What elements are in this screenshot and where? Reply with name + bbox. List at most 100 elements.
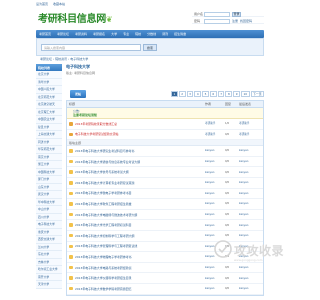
nav-item[interactable]: 招生简章 <box>174 32 186 36</box>
nav-item[interactable]: 调剂 <box>162 32 168 36</box>
table-row[interactable]: 2013年电子科技大学信号与系统考试大纲 kaoyan 0/0 kaoyan <box>67 167 263 178</box>
thread-author[interactable]: kaoyan <box>205 234 225 237</box>
sidebar-item[interactable]: 北京大学 <box>36 71 62 79</box>
thread-title[interactable]: 2013年电子科技大学电磁场与微波技术考研大纲 <box>75 213 205 217</box>
sidebar-item[interactable]: 中山大学 <box>36 206 62 214</box>
page-link[interactable]: 2 <box>178 91 186 97</box>
sidebar-item[interactable]: 北京师范大学 <box>36 93 62 101</box>
forgot-password-link[interactable]: 找回密码 <box>240 19 252 23</box>
thread-title[interactable]: 2013年考研院校录取分数线汇总 <box>75 122 205 126</box>
sidebar-item[interactable]: 兰州大学 <box>36 243 62 251</box>
page-link[interactable]: 3 <box>186 91 194 97</box>
thread-title[interactable]: 2013年电子科技大学计算机专业考研复试真题 <box>75 181 205 185</box>
sidebar-item[interactable]: 中国农业大学 <box>36 116 62 124</box>
nav-item[interactable]: 专业 <box>123 32 129 36</box>
table-row[interactable]: 2013年电子科技大学光学工程考研初试科目 kaoyan 0/0 kaoyan <box>67 220 263 231</box>
register-link[interactable]: 注册 <box>232 19 238 23</box>
nav-item[interactable]: 院校 <box>135 32 141 36</box>
username-input[interactable] <box>204 11 230 17</box>
thread-author[interactable]: kaoyan <box>205 224 225 227</box>
sidebar-item[interactable]: 中国人民大学 <box>36 86 62 94</box>
sidebar-item[interactable]: 厦门大学 <box>36 176 62 184</box>
sidebar-item[interactable]: 同济大学 <box>36 138 62 146</box>
thread-title[interactable]: 2013年电子科技大学控制科学与工程考研大纲 <box>75 234 205 238</box>
page-link[interactable]: 7 <box>217 91 225 97</box>
thread-last-post[interactable]: kaoyan <box>239 287 263 290</box>
add-favorite-link[interactable]: 收藏本站 <box>53 2 65 6</box>
thread-last-post[interactable]: kaoyan <box>239 192 263 195</box>
page-link[interactable]: 下一页 <box>250 91 264 97</box>
login-button[interactable]: 登录 <box>232 11 241 17</box>
page-link[interactable]: 6 <box>209 91 217 97</box>
sidebar-item[interactable]: 北京航空航天 <box>36 101 62 109</box>
thread-last-post[interactable]: kaoyan <box>239 224 263 227</box>
table-row[interactable]: 2013年电子科技大学通信与信息系统专业考试大纲 kaoyan 0/0 kaoyan <box>67 157 263 168</box>
page-link[interactable]: 10 <box>241 91 250 97</box>
thread-author[interactable]: kaoyan <box>205 149 225 152</box>
sidebar-item[interactable]: 中国科技大学 <box>36 168 62 176</box>
sidebar-item[interactable]: 清华大学 <box>36 78 62 86</box>
thread-title[interactable]: 2013年电子科技大学物理电子学考研参考书 <box>75 255 205 259</box>
sidebar-item[interactable]: 西安交通大学 <box>36 236 62 244</box>
search-input[interactable]: 请输入搜索内容 <box>41 44 141 51</box>
page-link[interactable]: 8 <box>225 91 233 97</box>
thread-title[interactable]: 2013年电子科技大学仪器科学考研招生目录 <box>75 276 205 280</box>
table-row[interactable]: 2013年考研院校录取分数线汇总 考研助手 1/0 考研助手 <box>67 119 263 130</box>
table-row[interactable]: 2013年电子科技大学软件工程考研招生简章 kaoyan 0/0 kaoyan <box>67 199 263 210</box>
thread-last-post[interactable]: 考研助手 <box>239 122 263 125</box>
thread-last-post[interactable]: kaoyan <box>239 171 263 174</box>
thread-title[interactable]: 2013年电子科技大学管理科学与工程考研复试线 <box>75 244 205 248</box>
page-link[interactable]: 9 <box>233 91 241 97</box>
table-row[interactable]: 2013年电子科技大学电磁场与微波技术考研大纲 kaoyan 0/0 kaoyan <box>67 210 263 221</box>
thread-author[interactable]: 考研助手 <box>205 122 225 125</box>
table-row[interactable]: 2013年电子科技大学计算机专业考研复试真题 kaoyan 0/0 kaoyan <box>67 178 263 189</box>
notice-row[interactable]: 公告: 注册考研论坛须知 <box>67 108 263 119</box>
table-row[interactable]: 2013年电子科技大学微电子学考研参考书目 kaoyan 0/0 kaoyan <box>67 189 263 200</box>
page-link[interactable]: 5 <box>202 91 209 97</box>
thread-last-post[interactable]: kaoyan <box>239 234 263 237</box>
password-input[interactable] <box>204 18 230 24</box>
thread-author[interactable]: kaoyan <box>205 287 225 290</box>
sidebar-item[interactable]: 南开大学 <box>36 273 62 281</box>
notice-title[interactable]: 注册考研论坛须知 <box>73 113 263 117</box>
page-link[interactable]: 1 <box>171 91 178 97</box>
nav-item[interactable]: 分数线 <box>147 32 156 36</box>
sidebar-item[interactable]: 哈尔滨工业大学 <box>36 266 62 274</box>
nav-item[interactable]: 考研报名 <box>93 32 105 36</box>
sidebar-item[interactable]: 电子科技大学 <box>36 221 62 229</box>
sidebar-item[interactable]: 上海交通大学 <box>36 131 62 139</box>
sidebar-item[interactable]: 东北大学 <box>36 251 62 259</box>
thread-title[interactable]: 2013年电子科技大学信号与系统考试大纲 <box>75 170 205 174</box>
thread-title[interactable]: 2013年电子科技大学微电子学考研参考书目 <box>75 191 205 195</box>
thread-author[interactable]: kaoyan <box>205 192 225 195</box>
table-row[interactable]: 电子科技大学考研复试经验交流帖 考研助手 0/0 考研助手 <box>67 130 263 141</box>
thread-title[interactable]: 2013年电子科技大学电路与系统考研经验谈 <box>75 266 205 270</box>
table-row[interactable]: 2013年电子科技大学研究生考试科目与参考书 kaoyan 0/0 kaoyan <box>67 146 263 157</box>
thread-author[interactable]: kaoyan <box>205 213 225 216</box>
set-homepage-link[interactable]: 设为首页 <box>36 2 48 6</box>
sidebar-item[interactable]: 南京大学 <box>36 153 62 161</box>
sidebar-item[interactable]: 复旦大学 <box>36 123 62 131</box>
sidebar-item[interactable]: 四川大学 <box>36 213 62 221</box>
sidebar-item[interactable]: 华东师范大学 <box>36 146 62 154</box>
thread-last-post[interactable]: kaoyan <box>239 213 263 216</box>
thread-title[interactable]: 2013年电子科技大学光学工程考研初试科目 <box>75 223 205 227</box>
nav-item[interactable]: 考研首页 <box>39 32 51 36</box>
thread-last-post[interactable]: kaoyan <box>239 160 263 163</box>
nav-item[interactable]: 大学 <box>111 32 117 36</box>
sidebar-item[interactable]: 吉林大学 <box>36 258 62 266</box>
nav-item[interactable]: 考研资料 <box>75 32 87 36</box>
thread-title[interactable]: 2013年电子科技大学数学学院考研真题回忆 <box>75 287 205 291</box>
thread-title[interactable]: 2013年电子科技大学软件工程考研招生简章 <box>75 202 205 206</box>
sidebar-item[interactable]: 武汉大学 <box>36 191 62 199</box>
sidebar-item[interactable]: 北京理工大学 <box>36 108 62 116</box>
thread-last-post[interactable]: kaoyan <box>239 149 263 152</box>
search-button[interactable]: 搜索 <box>143 44 157 51</box>
new-post-button[interactable]: 发帖 <box>70 90 86 98</box>
table-row[interactable]: 2013年电子科技大学数学学院考研真题回忆 kaoyan 0/0 kaoyan <box>67 284 263 295</box>
thread-last-post[interactable]: 考研助手 <box>239 133 263 136</box>
thread-author[interactable]: kaoyan <box>205 202 225 205</box>
thread-title[interactable]: 电子科技大学考研复试经验交流帖 <box>75 132 205 136</box>
thread-author[interactable]: kaoyan <box>205 171 225 174</box>
thread-title[interactable]: 2013年电子科技大学研究生考试科目与参考书 <box>75 149 205 153</box>
